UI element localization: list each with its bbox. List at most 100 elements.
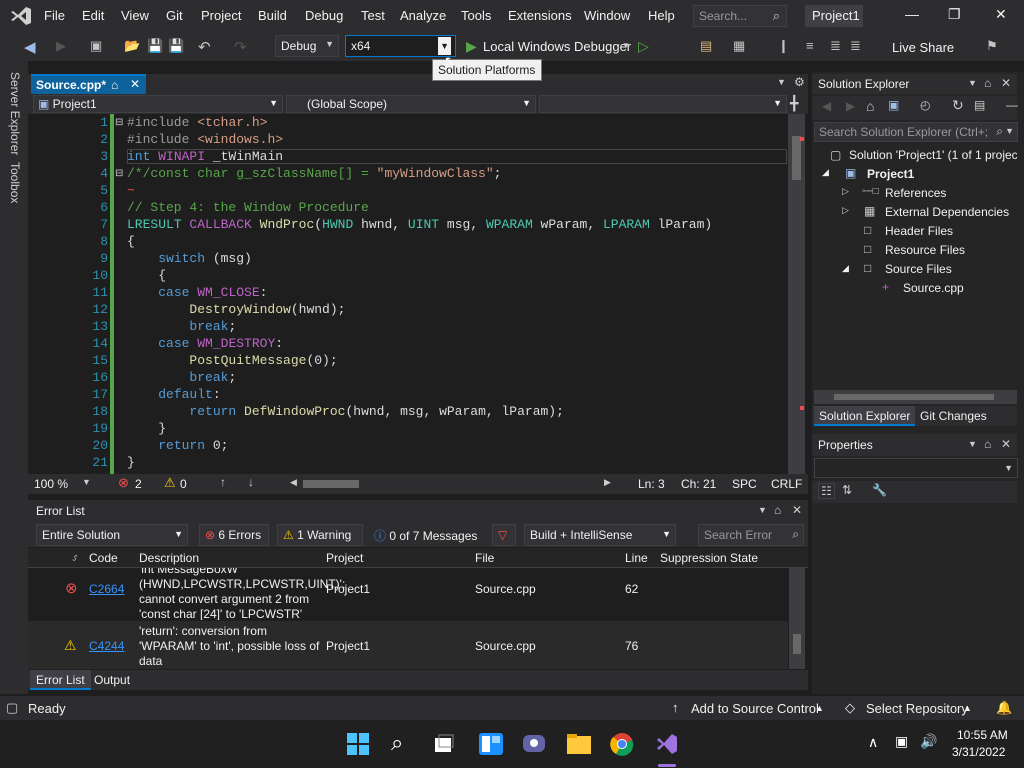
scrollbar-thumb[interactable] — [792, 136, 801, 180]
menu-git[interactable]: Git — [166, 8, 183, 23]
solution-node[interactable]: Solution 'Project1' (1 of 1 projec — [849, 148, 1017, 162]
chevron-down-icon[interactable]: ▼ — [777, 77, 786, 87]
pin-icon[interactable]: ⌂ — [984, 76, 991, 90]
new-project-icon[interactable]: ▣ — [90, 38, 102, 54]
menu-window[interactable]: Window — [584, 8, 630, 23]
close-panel-icon[interactable]: ✕ — [1001, 76, 1011, 90]
live-share-button[interactable]: Live Share — [892, 40, 954, 55]
menu-file[interactable]: File — [44, 8, 65, 23]
menu-test[interactable]: Test — [361, 8, 385, 23]
close-panel-icon[interactable]: ✕ — [1001, 437, 1011, 451]
network-icon[interactable]: ▣ — [895, 733, 908, 750]
more-icon[interactable]: — — [1006, 98, 1018, 112]
platform-dropdown[interactable]: x64 ▼ — [345, 35, 456, 57]
align-icon[interactable]: ≡ — [806, 38, 814, 53]
property-pages-icon[interactable]: 🔧 — [872, 483, 887, 497]
undo-icon[interactable]: ↶ — [198, 38, 211, 56]
menu-analyze[interactable]: Analyze — [400, 8, 446, 23]
properties-object-dropdown[interactable]: ▼ — [814, 458, 1018, 478]
column-header-description[interactable]: Description — [139, 551, 199, 565]
column-header-project[interactable]: Project — [326, 551, 363, 565]
chrome-icon[interactable] — [610, 732, 634, 756]
tree-node-header-files[interactable]: Header Files — [885, 224, 953, 238]
scrollbar-thumb[interactable] — [834, 394, 994, 400]
menu-view[interactable]: View — [121, 8, 149, 23]
close-window-button[interactable]: ✕ — [995, 6, 1007, 23]
menu-extensions[interactable]: Extensions — [508, 8, 572, 23]
alphabetical-icon[interactable]: ⇅ — [842, 483, 852, 497]
chevron-down-icon[interactable]: ▼ — [968, 78, 977, 88]
maximize-button[interactable]: ❐ — [948, 6, 961, 23]
table-row[interactable]: ⚠ C4244 'return': conversion from 'WPARA… — [28, 621, 788, 669]
warning-icon[interactable]: ⚠ — [164, 475, 176, 491]
run-debugger-button[interactable]: Local Windows Debugger — [483, 39, 631, 54]
member-dropdown[interactable]: ▼ — [539, 95, 787, 113]
split-icon[interactable]: ╋ — [790, 95, 798, 112]
taskbar-search-icon[interactable]: ⌕ — [391, 730, 403, 756]
teams-chat-icon[interactable] — [522, 732, 546, 756]
scope-dropdown[interactable]: (Global Scope) ▼ — [286, 95, 536, 113]
forward-icon[interactable]: ▶ — [846, 99, 855, 113]
tab-error-list[interactable]: Error List — [30, 670, 91, 690]
chevron-down-icon[interactable]: ▼ — [758, 505, 767, 515]
volume-icon[interactable]: 🔊 — [920, 733, 937, 750]
menu-help[interactable]: Help — [648, 8, 675, 23]
error-search-input[interactable]: Search Error ⌕ — [698, 524, 804, 546]
build-filter-dropdown[interactable]: Build + IntelliSense ▼ — [524, 524, 676, 546]
feedback-icon[interactable]: ⚑ — [986, 38, 998, 54]
step-icon[interactable]: ❙ — [778, 38, 789, 54]
sort-icon[interactable]: ⸉ — [72, 551, 78, 568]
gear-icon[interactable]: ⚙ — [794, 75, 805, 89]
chevron-down-icon[interactable]: ▼ — [622, 41, 630, 50]
scroll-right-icon[interactable]: ▶ — [604, 477, 611, 488]
chevron-up-icon[interactable]: ∧ — [868, 734, 878, 751]
tree-node-resource-files[interactable]: Resource Files — [885, 243, 965, 257]
close-tab-icon[interactable]: ✕ — [130, 77, 140, 91]
comment-icon[interactable]: ≣ — [830, 38, 841, 54]
expand-icon[interactable]: ◢ — [822, 167, 829, 178]
warnings-filter-button[interactable]: ⚠ 1 Warning — [277, 524, 363, 546]
project-node[interactable]: Project1 — [867, 167, 914, 181]
close-panel-icon[interactable]: ✕ — [792, 503, 802, 517]
messages-filter-button[interactable]: ⓘ 0 of 7 Messages — [374, 527, 477, 544]
open-folder-icon[interactable]: 📂 — [124, 38, 140, 54]
menu-tools[interactable]: Tools — [461, 8, 491, 23]
error-icon[interactable]: ⊗ — [118, 475, 129, 491]
menu-edit[interactable]: Edit — [82, 8, 104, 23]
visual-studio-taskbar-icon[interactable] — [655, 732, 679, 756]
collapse-icon[interactable]: ⊟ — [115, 117, 123, 128]
history-icon[interactable]: ◴ — [920, 98, 930, 112]
solution-search-input[interactable]: Search Solution Explorer (Ctrl+; ⌕ ▼ — [814, 122, 1018, 142]
task-view-icon[interactable] — [433, 734, 455, 754]
toolbox-tab[interactable]: Toolbox — [8, 162, 22, 203]
server-explorer-tab[interactable]: Server Explorer — [8, 72, 22, 155]
save-all-icon[interactable]: 💾 — [168, 38, 184, 54]
clock-time[interactable]: 10:55 AM — [957, 728, 1008, 742]
minimize-button[interactable]: — — [905, 6, 919, 22]
layout-icon[interactable]: ▦ — [733, 38, 745, 54]
collapse-icon[interactable]: ⊟ — [115, 168, 123, 179]
uncomment-icon[interactable]: ≣ — [850, 38, 861, 54]
column-header-file[interactable]: File — [475, 551, 494, 565]
menu-build[interactable]: Build — [258, 8, 287, 23]
column-indicator[interactable]: Ch: 21 — [681, 477, 716, 491]
menu-debug[interactable]: Debug — [305, 8, 343, 23]
save-icon[interactable]: 💾 — [147, 38, 163, 54]
add-to-source-control-button[interactable]: Add to Source Control — [691, 701, 819, 716]
notifications-icon[interactable]: 🔔 — [996, 700, 1012, 716]
project-dropdown[interactable]: ▣ Project1 ▼ — [33, 95, 283, 113]
column-header-suppression[interactable]: Suppression State — [660, 551, 758, 565]
forward-icon[interactable]: ▶ — [56, 38, 66, 54]
filter-icon[interactable]: ▽ — [492, 524, 516, 546]
tree-node-references[interactable]: References — [885, 186, 946, 200]
folder-icon[interactable]: ▤ — [700, 38, 712, 54]
widgets-icon[interactable] — [479, 733, 503, 755]
arrow-down-icon[interactable]: ↓ — [248, 475, 254, 489]
tab-solution-explorer[interactable]: Solution Explorer — [814, 406, 916, 426]
categorized-icon[interactable]: ☷ — [818, 483, 835, 499]
table-row[interactable]: ⊗ C2664 'int MessageBoxW (HWND,LPCWSTR,L… — [28, 568, 788, 620]
pin-icon[interactable]: ⌂ — [774, 503, 781, 517]
back-icon[interactable]: ◀ — [24, 38, 36, 56]
back-icon[interactable]: ◀ — [822, 99, 831, 113]
column-header-line[interactable]: Line — [625, 551, 648, 565]
